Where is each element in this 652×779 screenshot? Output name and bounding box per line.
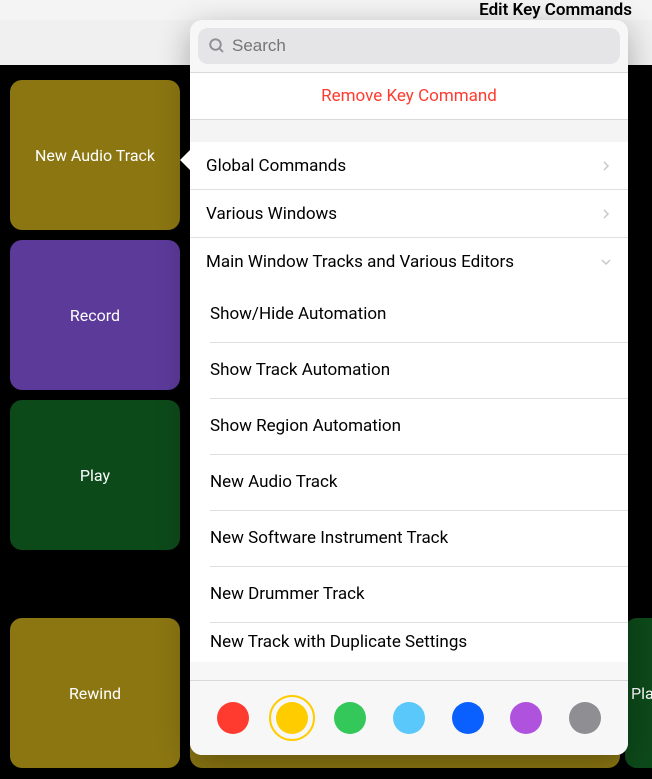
search-wrapper <box>190 20 628 72</box>
page-title: Edit Key Commands <box>459 0 652 20</box>
color-swatch-inner <box>276 702 308 734</box>
color-swatch-blue[interactable] <box>445 695 491 741</box>
sub-command-label: New Drummer Track <box>210 584 365 604</box>
key-button-play[interactable]: Play <box>10 400 180 550</box>
category-main-window-tracks[interactable]: Main Window Tracks and Various Editors <box>190 238 628 286</box>
chevron-down-icon <box>600 256 612 268</box>
color-swatch-green[interactable] <box>327 695 373 741</box>
color-swatch-inner <box>510 702 542 734</box>
sub-commands-list: Show/Hide Automation Show Track Automati… <box>190 286 628 662</box>
key-button-label: Play <box>631 684 652 703</box>
sub-command-label: New Track with Duplicate Settings <box>210 632 467 652</box>
popover-scroll-area[interactable]: Remove Key Command Global Commands Vario… <box>190 72 628 755</box>
categories-section: Global Commands Various Windows Main Win… <box>190 142 628 286</box>
remove-key-command-label: Remove Key Command <box>321 86 497 106</box>
color-swatch-purple[interactable] <box>503 695 549 741</box>
sub-command-show-hide-automation[interactable]: Show/Hide Automation <box>190 286 628 342</box>
sub-command-label: Show Region Automation <box>210 416 401 436</box>
sub-command-new-track-duplicate-settings[interactable]: New Track with Duplicate Settings <box>190 622 628 662</box>
color-swatch-red[interactable] <box>210 695 256 741</box>
category-label: Global Commands <box>206 156 346 176</box>
sub-command-label: New Audio Track <box>210 472 338 492</box>
color-swatch-inner <box>217 702 249 734</box>
sub-command-show-region-automation[interactable]: Show Region Automation <box>190 398 628 454</box>
color-swatch-inner <box>452 702 484 734</box>
chevron-right-icon <box>600 160 612 172</box>
color-swatch-lightblue[interactable] <box>386 695 432 741</box>
key-button-label: New Audio Track <box>35 146 155 165</box>
sub-command-new-drummer-track[interactable]: New Drummer Track <box>190 566 628 622</box>
color-swatch-yellow[interactable] <box>269 695 315 741</box>
color-swatch-inner <box>569 702 601 734</box>
chevron-right-icon <box>600 208 612 220</box>
color-swatch-grey[interactable] <box>562 695 608 741</box>
sub-command-new-software-instrument-track[interactable]: New Software Instrument Track <box>190 510 628 566</box>
category-label: Various Windows <box>206 204 337 224</box>
search-icon <box>208 37 226 55</box>
category-various-windows[interactable]: Various Windows <box>190 190 628 238</box>
key-button-play-peek[interactable]: Play <box>625 618 652 768</box>
search-field[interactable] <box>198 28 620 64</box>
color-swatch-inner <box>393 702 425 734</box>
command-popover: Remove Key Command Global Commands Vario… <box>190 20 628 755</box>
key-button-label: Rewind <box>69 684 121 703</box>
color-picker <box>190 680 628 755</box>
header-bar: Edit Key Commands <box>0 0 652 20</box>
popover-arrow <box>180 148 192 172</box>
color-swatch-inner <box>334 702 366 734</box>
category-label: Main Window Tracks and Various Editors <box>206 252 514 272</box>
sub-command-label: Show/Hide Automation <box>210 304 386 324</box>
category-global-commands[interactable]: Global Commands <box>190 142 628 190</box>
remove-key-command-button[interactable]: Remove Key Command <box>190 72 628 120</box>
key-button-rewind[interactable]: Rewind <box>10 618 180 768</box>
key-button-label: Record <box>70 306 120 325</box>
sub-command-new-audio-track[interactable]: New Audio Track <box>190 454 628 510</box>
sub-command-label: Show Track Automation <box>210 360 390 380</box>
key-button-record[interactable]: Record <box>10 240 180 390</box>
key-button-label: Play <box>80 466 110 485</box>
remove-section: Remove Key Command <box>190 72 628 120</box>
key-button-new-audio-track[interactable]: New Audio Track <box>10 80 180 230</box>
sub-command-show-track-automation[interactable]: Show Track Automation <box>190 342 628 398</box>
sub-command-label: New Software Instrument Track <box>210 528 448 548</box>
section-spacer <box>190 120 628 142</box>
search-input[interactable] <box>232 36 610 56</box>
